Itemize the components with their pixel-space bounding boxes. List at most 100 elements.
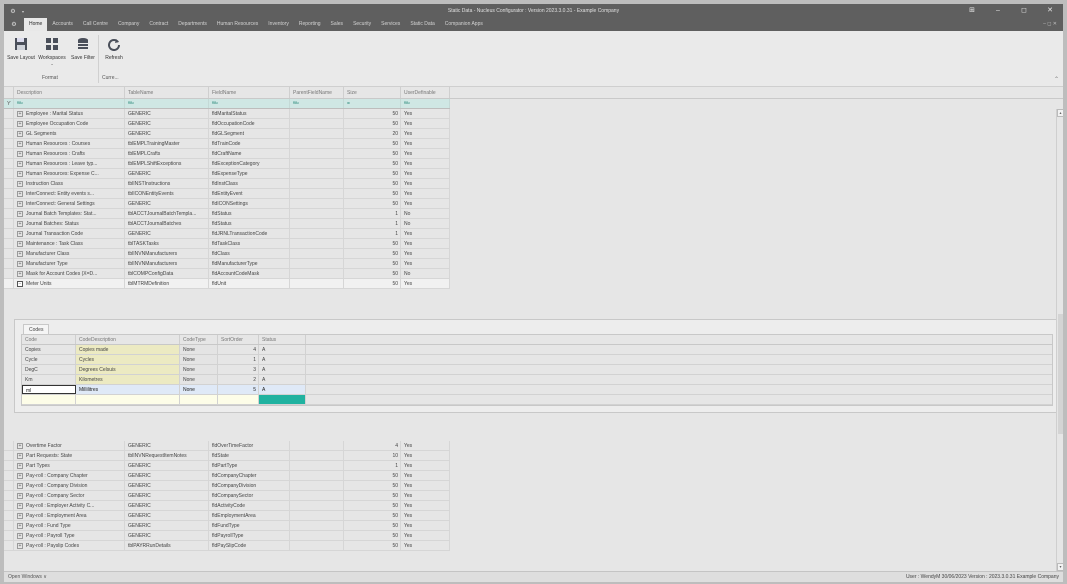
filter-user-definable[interactable]: ᴿᴮᶜ xyxy=(401,99,450,108)
cell-parent-field-name[interactable] xyxy=(290,139,344,148)
cell-size[interactable]: 20 xyxy=(344,129,401,138)
list-item[interactable]: Km Kilometres None 2 A xyxy=(22,375,1052,385)
app-gear-icon[interactable]: ⚙ xyxy=(4,8,22,15)
cell-table-name[interactable]: GENERIC xyxy=(125,441,209,450)
cell-user-definable[interactable]: Yes xyxy=(401,471,450,480)
cell-size[interactable]: 50 xyxy=(344,249,401,258)
new-item-row[interactable] xyxy=(22,395,1052,405)
cell-parent-field-name[interactable] xyxy=(290,189,344,198)
cell-user-definable[interactable]: No xyxy=(401,209,450,218)
cell-field-name[interactable]: fldCompanySector xyxy=(209,491,290,500)
cell-table-name[interactable]: tblEMPLTrainingMaster xyxy=(125,139,209,148)
cell-description[interactable]: + Manufacturer Class xyxy=(14,249,125,258)
refresh-button[interactable]: Refresh xyxy=(99,37,129,61)
row-indicator[interactable] xyxy=(4,491,14,500)
table-row[interactable]: + Journal Batch Templates: Stat... tblACCT… xyxy=(4,209,450,219)
cell-size[interactable]: 50 xyxy=(344,501,401,510)
cell-table-name[interactable]: GENERIC xyxy=(125,531,209,540)
cell-field-name[interactable]: fldPaySlipCode xyxy=(209,541,290,550)
cell-user-definable[interactable]: Yes xyxy=(401,119,450,128)
app-menu-gear-icon[interactable]: ⚙ xyxy=(4,21,24,28)
cell-table-name[interactable]: GENERIC xyxy=(125,511,209,520)
cell-table-name[interactable]: tblEMPLCrafts xyxy=(125,149,209,158)
cell-parent-field-name[interactable] xyxy=(290,149,344,158)
expand-row-icon[interactable]: + xyxy=(17,160,23,167)
list-item[interactable]: ml Millilitres None 5 A xyxy=(22,385,1052,395)
table-row[interactable]: + Manufacturer Class tblINVNManufacturers f… xyxy=(4,249,450,259)
cell-size[interactable]: 50 xyxy=(344,149,401,158)
tab-human-resources[interactable]: Human Resources xyxy=(212,18,263,31)
expand-row-icon[interactable]: + xyxy=(17,522,23,529)
table-row[interactable]: + Instruction Class tblINSTInstructions fld… xyxy=(4,179,450,189)
tab-sales[interactable]: Sales xyxy=(326,18,349,31)
cell-description[interactable]: + Journal Transaction Code xyxy=(14,229,125,238)
cell-description[interactable]: + InterConnect: General Settings xyxy=(14,199,125,208)
new-cell-status[interactable] xyxy=(259,395,306,404)
expand-row-icon[interactable]: + xyxy=(17,210,23,217)
cell-parent-field-name[interactable] xyxy=(290,169,344,178)
cell-sort-order[interactable]: 1 xyxy=(218,355,259,364)
cell-field-name[interactable]: fldExceptionCategory xyxy=(209,159,290,168)
cell-parent-field-name[interactable] xyxy=(290,259,344,268)
list-item[interactable]: Cycle Cycles None 1 A xyxy=(22,355,1052,365)
expand-row-icon[interactable]: + xyxy=(17,482,23,489)
expand-row-icon[interactable]: + xyxy=(17,532,23,539)
row-indicator[interactable] xyxy=(4,259,14,268)
cell-table-name[interactable]: GENERIC xyxy=(125,109,209,118)
cell-size[interactable]: 50 xyxy=(344,279,401,288)
cell-code-description[interactable]: Kilometres xyxy=(76,375,180,384)
cell-table-name[interactable]: tblMTRMDefinition xyxy=(125,279,209,288)
expand-row-icon[interactable]: + xyxy=(17,462,23,469)
cell-user-definable[interactable]: Yes xyxy=(401,139,450,148)
row-indicator[interactable] xyxy=(4,471,14,480)
column-status[interactable]: Status xyxy=(259,335,306,344)
cell-parent-field-name[interactable] xyxy=(290,541,344,550)
cell-size[interactable]: 4 xyxy=(344,441,401,450)
cell-code-type[interactable]: None xyxy=(180,345,218,354)
cell-table-name[interactable]: GENERIC xyxy=(125,169,209,178)
cell-parent-field-name[interactable] xyxy=(290,159,344,168)
cell-parent-field-name[interactable] xyxy=(290,481,344,490)
cell-table-name[interactable]: tblINVNRequestItemNotes xyxy=(125,451,209,460)
expand-row-icon[interactable]: + xyxy=(17,442,23,449)
cell-field-name[interactable]: fldInstClass xyxy=(209,179,290,188)
table-row[interactable]: + Pay-roll : Fund Type GENERIC fldFundType 5… xyxy=(4,521,450,531)
cell-description[interactable]: + Pay-roll : Company Division xyxy=(14,481,125,490)
filter-parent-field-name[interactable]: ᴿᴮᶜ xyxy=(290,99,344,108)
cell-size[interactable]: 50 xyxy=(344,531,401,540)
table-row[interactable]: + InterConnect: Entity events s... tblICON… xyxy=(4,189,450,199)
quick-access-caret-icon[interactable]: ▾ xyxy=(22,9,24,14)
column-code-description[interactable]: CodeDescription xyxy=(76,335,180,344)
cell-table-name[interactable]: tblACCTJournalBatchTempla... xyxy=(125,209,209,218)
cell-status[interactable]: A xyxy=(259,365,306,374)
cell-parent-field-name[interactable] xyxy=(290,531,344,540)
table-row[interactable]: + Pay-roll : Payroll Type GENERIC fldPayrol… xyxy=(4,531,450,541)
cell-code[interactable]: Cycle xyxy=(22,355,76,364)
column-description[interactable]: Description xyxy=(14,87,125,98)
cell-code[interactable]: Copies xyxy=(22,345,76,354)
tab-call-centre[interactable]: Call Centre xyxy=(78,18,113,31)
cell-user-definable[interactable]: Yes xyxy=(401,461,450,470)
table-row[interactable]: + Mask for Account Codes (X=D... tblCOMPCo… xyxy=(4,269,450,279)
cell-description[interactable]: + Pay-roll : Payroll Type xyxy=(14,531,125,540)
expand-row-icon[interactable]: + xyxy=(17,110,23,117)
row-indicator[interactable] xyxy=(4,501,14,510)
cell-size[interactable]: 50 xyxy=(344,471,401,480)
cell-table-name[interactable]: tblINVNManufacturers xyxy=(125,259,209,268)
cell-user-definable[interactable]: Yes xyxy=(401,129,450,138)
cell-description[interactable]: + Overtime Factor xyxy=(14,441,125,450)
column-code-type[interactable]: CodeType xyxy=(180,335,218,344)
column-sort-order[interactable]: SortOrder xyxy=(218,335,259,344)
table-row[interactable]: + Employee : Marital Status GENERIC fldMari… xyxy=(4,109,450,119)
cell-size[interactable]: 50 xyxy=(344,119,401,128)
tab-departments[interactable]: Departments xyxy=(173,18,212,31)
cell-field-name[interactable]: fldJRNLTransactionCode xyxy=(209,229,290,238)
cell-sort-order[interactable]: 2 xyxy=(218,375,259,384)
tab-static-data[interactable]: Static Data xyxy=(405,18,439,31)
scrollbar-thumb[interactable] xyxy=(1058,314,1063,434)
close-button[interactable]: ✕ xyxy=(1037,4,1063,18)
cell-user-definable[interactable]: Yes xyxy=(401,149,450,158)
expand-row-icon[interactable]: + xyxy=(17,140,23,147)
cell-parent-field-name[interactable] xyxy=(290,511,344,520)
cell-field-name[interactable]: fldCompanyChapter xyxy=(209,471,290,480)
